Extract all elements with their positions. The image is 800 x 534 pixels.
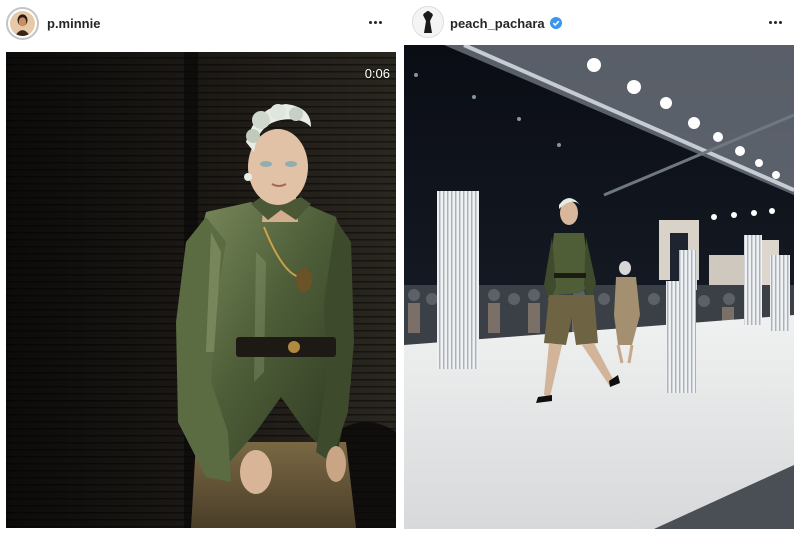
username[interactable]: peach_pachara xyxy=(450,16,562,31)
post-header: p.minnie xyxy=(0,0,400,48)
instagram-post: peach_pachara xyxy=(400,0,800,534)
username-text: peach_pachara xyxy=(450,16,545,31)
user-avatar[interactable] xyxy=(412,6,444,38)
more-horizontal-icon[interactable] xyxy=(764,12,786,32)
post-video[interactable] xyxy=(6,52,396,528)
video-timer: 0:06 xyxy=(364,66,390,81)
more-horizontal-icon[interactable] xyxy=(364,12,386,32)
post-header: peach_pachara xyxy=(400,0,800,48)
post-photo[interactable] xyxy=(404,45,794,529)
username[interactable]: p.minnie xyxy=(47,16,100,31)
user-avatar[interactable] xyxy=(6,7,39,40)
instagram-post: p.minnie 0:06 xyxy=(0,0,400,534)
verified-badge-icon xyxy=(549,17,562,29)
